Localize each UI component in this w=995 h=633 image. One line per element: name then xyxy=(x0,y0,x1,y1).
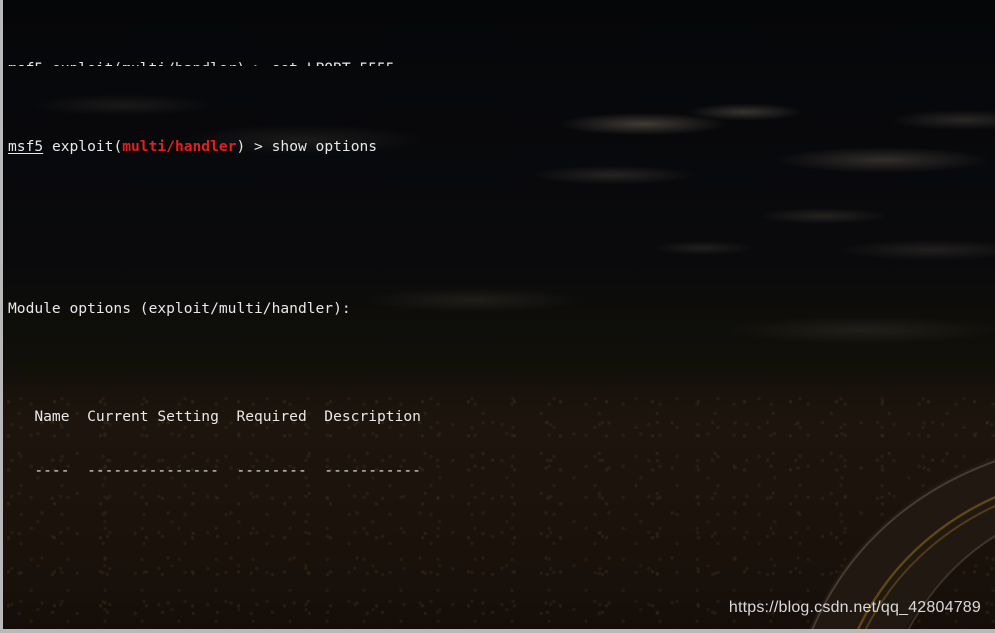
prompt-exploit-close: ) > xyxy=(236,138,272,155)
module-options-rule-row: ---- --------------- -------- ----------… xyxy=(8,462,421,479)
prompt-line-show-options: msf5 exploit(multi/handler) > show optio… xyxy=(8,138,995,156)
prompt-module-name: multi/handler xyxy=(122,138,237,155)
watermark-blog-url: https://blog.csdn.net/qq_42804789 xyxy=(728,599,981,616)
prompt-exploit-open: exploit( xyxy=(43,138,123,155)
command-show-options: show options xyxy=(271,138,378,155)
prompt-user-label: msf5 xyxy=(8,138,44,155)
module-options-header-row: Name Current Setting Required Descriptio… xyxy=(8,408,421,425)
terminal-window[interactable]: msf5 exploit(multi/handler) > set LPORT … xyxy=(0,0,995,633)
module-options-heading: Module options (exploit/multi/handler): xyxy=(8,300,351,317)
terminal-line-clipped-top: msf5 exploit(multi/handler) > set LPORT … xyxy=(8,60,995,66)
terminal-output-area[interactable]: msf5 exploit(multi/handler) > set LPORT … xyxy=(3,0,995,629)
